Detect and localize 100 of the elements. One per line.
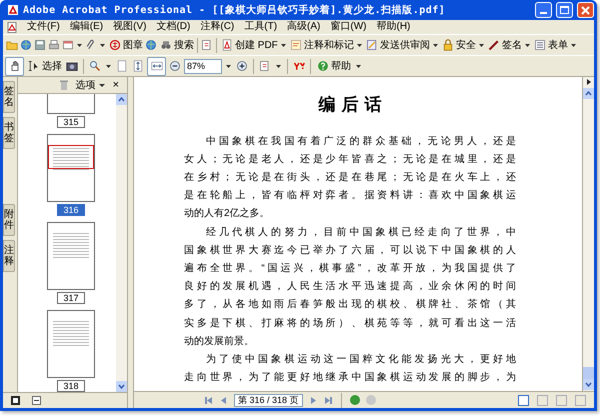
globe-icon[interactable] bbox=[145, 39, 157, 51]
caret-icon[interactable] bbox=[98, 84, 105, 86]
create-pdf-button[interactable]: 创建 PDF bbox=[219, 38, 279, 52]
menu-item[interactable]: 窗口(W) bbox=[330, 22, 366, 32]
window-icon[interactable] bbox=[62, 39, 74, 51]
next-page-icon[interactable] bbox=[308, 396, 318, 404]
menu-item[interactable]: 视图(V) bbox=[113, 22, 146, 32]
text-line: 动的人有2亿之多。 bbox=[184, 206, 271, 222]
select-tool-button[interactable]: 选择 bbox=[26, 58, 63, 74]
save-icon[interactable] bbox=[34, 39, 46, 51]
back-icon[interactable] bbox=[350, 395, 360, 405]
paperclip-icon[interactable] bbox=[85, 39, 97, 51]
panel-tab[interactable]: 注释 bbox=[3, 240, 15, 272]
search-button[interactable]: 搜索 bbox=[158, 38, 195, 52]
menu-item[interactable]: 注释(C) bbox=[200, 22, 234, 32]
caret-icon[interactable] bbox=[276, 64, 281, 68]
page-thumbnail[interactable] bbox=[47, 222, 95, 290]
menu-item[interactable]: 编辑(E) bbox=[70, 22, 104, 32]
previous-page-icon[interactable] bbox=[219, 396, 228, 404]
close-button[interactable] bbox=[577, 2, 594, 18]
stamp-button[interactable]: 图章 bbox=[107, 38, 144, 52]
view-area-frame bbox=[48, 145, 94, 169]
globe-icon[interactable] bbox=[20, 39, 32, 51]
menu-item[interactable]: 高级(A) bbox=[287, 22, 320, 32]
maximize-button[interactable] bbox=[556, 2, 573, 18]
document-icon[interactable] bbox=[201, 39, 213, 51]
page-icon[interactable] bbox=[116, 60, 128, 72]
review-icon bbox=[366, 39, 378, 51]
camera-icon[interactable] bbox=[66, 60, 78, 72]
text-line: 在乡村；无论是在街头，还是在巷尾；无论是在火车上，还 bbox=[184, 170, 516, 185]
scroll-down-icon[interactable] bbox=[583, 379, 594, 390]
caret-icon[interactable] bbox=[100, 44, 105, 46]
last-page-icon[interactable] bbox=[324, 396, 333, 404]
text-line: 走向世界，为了能更好地继承中国象棋运动发展的脚步，为 bbox=[184, 370, 516, 386]
caret-icon[interactable] bbox=[570, 44, 576, 46]
zoom-icon[interactable] bbox=[89, 60, 101, 72]
single-page-icon[interactable] bbox=[518, 394, 529, 406]
text-line: 为了使中国象棋运动这一国粹文化能发扬光大，更好地 bbox=[205, 352, 516, 367]
menu-item[interactable]: 帮助(H) bbox=[376, 22, 410, 32]
panel-tab[interactable]: 附件 bbox=[3, 204, 15, 236]
page-number-field[interactable]: 第 316 / 318 页 bbox=[234, 394, 303, 406]
menu-item[interactable]: 工具(T) bbox=[244, 22, 278, 32]
printer-icon[interactable] bbox=[48, 39, 60, 51]
window-title: Adobe Acrobat Professional - [[象棋大师吕钦巧手妙着].黄少龙.扫描版.pdf] bbox=[23, 3, 446, 18]
caret-icon[interactable] bbox=[356, 64, 361, 68]
document-icon[interactable] bbox=[259, 60, 271, 72]
review-button[interactable]: 发送供审阅 bbox=[364, 38, 431, 52]
minimize-button[interactable] bbox=[535, 2, 552, 18]
page-thumbnail[interactable] bbox=[47, 310, 95, 378]
panel-tab[interactable]: 书签 bbox=[3, 117, 15, 149]
document-heading: 编 后 话 bbox=[317, 94, 382, 117]
scroll-down-icon[interactable] bbox=[116, 381, 127, 392]
scrollbar[interactable] bbox=[582, 77, 594, 391]
text-line: 经几代棋人的努力，目前中国象棋已经走向了世界，中 bbox=[205, 226, 516, 240]
comment-icon bbox=[290, 39, 302, 51]
panel-tab[interactable]: 签名 bbox=[3, 81, 15, 113]
fit-height-icon[interactable] bbox=[132, 60, 144, 72]
menu-item[interactable]: 文档(D) bbox=[156, 22, 190, 32]
caret-icon[interactable] bbox=[280, 44, 286, 46]
page-number[interactable]: 316 bbox=[57, 204, 85, 216]
pen-button[interactable]: 签名 bbox=[486, 38, 523, 52]
caret-icon[interactable] bbox=[226, 64, 231, 68]
hand-tool-button[interactable] bbox=[5, 56, 24, 76]
caret-icon[interactable] bbox=[432, 44, 438, 46]
fit-width-button[interactable] bbox=[147, 56, 166, 76]
search-icon bbox=[160, 39, 172, 51]
scroll-thumb[interactable] bbox=[583, 367, 594, 379]
page-number[interactable]: 318 bbox=[57, 380, 85, 392]
zoom-out-icon[interactable] bbox=[169, 60, 181, 72]
page-number[interactable]: 315 bbox=[57, 116, 85, 128]
caret-icon[interactable] bbox=[356, 44, 362, 46]
folder-icon[interactable] bbox=[6, 39, 18, 51]
comment-button[interactable]: 注释和标记 bbox=[288, 38, 355, 52]
text-line: 是在轮船上，皆有临枰对弈者。据资料讲：喜欢中国象棋运 bbox=[184, 188, 516, 204]
scrollbar[interactable] bbox=[116, 94, 127, 392]
collapse-icon[interactable] bbox=[32, 396, 41, 405]
help-button[interactable]: 帮助 bbox=[315, 58, 352, 74]
menu-item[interactable]: 文件(F) bbox=[27, 22, 60, 32]
padlock-icon bbox=[442, 39, 454, 51]
caret-icon[interactable] bbox=[77, 44, 82, 46]
close-icon[interactable] bbox=[581, 6, 590, 14]
panel-view-icon[interactable] bbox=[11, 396, 20, 405]
caret-icon[interactable] bbox=[106, 64, 111, 68]
close-panel-button[interactable]: × bbox=[112, 80, 119, 90]
zoom-in-icon[interactable] bbox=[236, 60, 248, 72]
text-line: 良好的发展机遇，人民生活水平迅速提高，业余休闲的时间 bbox=[184, 280, 516, 294]
scroll-up-icon[interactable] bbox=[583, 88, 594, 99]
page-number[interactable]: 317 bbox=[57, 292, 85, 304]
scroll-up-icon[interactable] bbox=[116, 94, 127, 105]
text-line: 遍布全世界。“国运兴，棋事盛”，改革开放，为我国提供了 bbox=[184, 262, 516, 276]
caret-icon[interactable] bbox=[524, 44, 530, 46]
padlock-button[interactable]: 安全 bbox=[440, 38, 477, 52]
form-button[interactable]: 表单 bbox=[532, 38, 569, 52]
options-menu-button[interactable]: 选项 bbox=[76, 78, 96, 92]
first-page-icon[interactable] bbox=[204, 396, 213, 404]
create-pdf-icon bbox=[221, 39, 233, 51]
caret-icon[interactable] bbox=[478, 44, 484, 46]
page-thumbnail[interactable] bbox=[47, 134, 95, 202]
zoom-field[interactable]: 87% bbox=[184, 58, 222, 74]
select-tool-icon bbox=[28, 60, 40, 72]
